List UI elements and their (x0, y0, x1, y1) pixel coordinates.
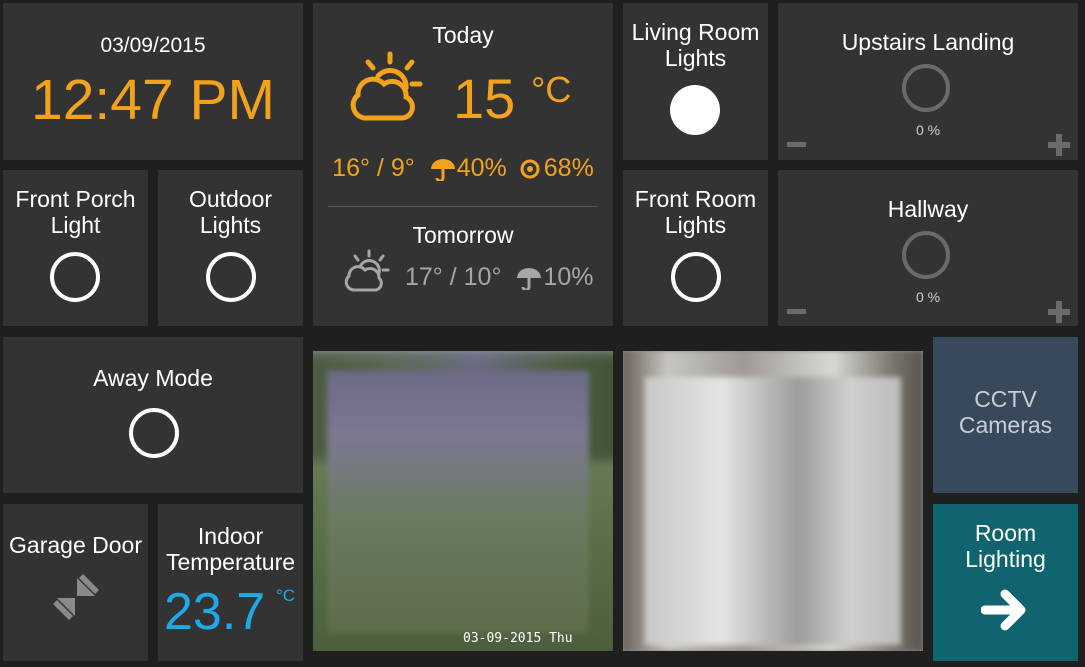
indoor-temperature-value: 23.7 (164, 583, 266, 641)
camera-timestamp: 03-09-2015 Thu (463, 631, 573, 646)
light-off-icon (671, 252, 721, 302)
collapse-arrows-icon (53, 574, 99, 620)
outdoor-lights-label: Outdoor Lights (188, 186, 273, 238)
dim-up-button[interactable] (1048, 301, 1070, 323)
arrow-right-icon (981, 589, 1026, 631)
today-temperature: 15 (453, 67, 516, 130)
today-hilo: 16° / 9° (332, 154, 415, 182)
weather-tile: Today 15 °C 16° / 9° 40% 68% Tomorrow 17… (313, 3, 613, 326)
partly-cloudy-icon-tomorrow (344, 249, 390, 292)
date-text: 03/09/2015 (100, 34, 206, 57)
umbrella-icon (430, 158, 455, 181)
indoor-temperature-tile: Indoor Temperature 23.7 °C (158, 504, 303, 661)
camera-feed-1[interactable]: 03-09-2015 Thu (313, 351, 613, 651)
light-on-icon (670, 85, 720, 135)
living-room-label: Living Room Lights (631, 19, 760, 71)
garage-door-tile[interactable]: Garage Door (3, 504, 148, 661)
living-room-lights-tile[interactable]: Living Room Lights (623, 3, 768, 160)
room-lighting-tile[interactable]: Room Lighting (933, 504, 1078, 661)
dimmer-icon (902, 64, 950, 112)
upstairs-landing-label: Upstairs Landing (841, 29, 1015, 55)
hallway-label: Hallway (887, 196, 969, 222)
front-room-label: Front Room Lights (634, 186, 757, 238)
tomorrow-details: 17° / 10° 10% (405, 263, 594, 292)
cctv-cameras-tile[interactable]: CCTV Cameras (933, 337, 1078, 493)
dimmer-icon (902, 231, 950, 279)
tomorrow-rain: 10% (543, 263, 594, 291)
dimmer-level: 0 % (915, 122, 941, 138)
today-rain: 40% (456, 154, 507, 182)
light-off-icon (206, 252, 256, 302)
today-humidity: 68% (543, 154, 594, 182)
away-mode-tile[interactable]: Away Mode (3, 337, 303, 493)
indoor-temperature-unit: °C (276, 586, 296, 605)
clock-tile: 03/09/2015 12:47 PM (3, 3, 303, 160)
hallway-tile[interactable]: Hallway 0 % (778, 170, 1078, 326)
today-details: 16° / 9° 40% 68% (313, 154, 613, 183)
front-room-lights-tile[interactable]: Front Room Lights (623, 170, 768, 326)
room-lighting-label: Room Lighting (965, 520, 1046, 572)
dimmer-level: 0 % (915, 289, 941, 305)
front-porch-light-tile[interactable]: Front Porch Light (3, 170, 148, 326)
dim-down-button[interactable] (787, 309, 806, 314)
camera-feed-2[interactable] (623, 351, 923, 651)
partly-cloudy-icon (350, 51, 423, 121)
cctv-cameras-label: CCTV Cameras (958, 386, 1053, 438)
light-off-icon (50, 252, 100, 302)
dim-down-button[interactable] (787, 142, 806, 147)
camera-privacy-blur (645, 377, 901, 645)
camera-privacy-blur (327, 371, 589, 633)
dim-up-button[interactable] (1048, 134, 1070, 156)
away-mode-label: Away Mode (93, 365, 213, 391)
tomorrow-label: Tomorrow (412, 222, 514, 248)
front-porch-label: Front Porch Light (15, 186, 136, 238)
weather-divider (328, 206, 598, 207)
time-text: 12:47 PM (31, 68, 275, 132)
toggle-off-icon (129, 408, 179, 458)
upstairs-landing-tile[interactable]: Upstairs Landing 0 % (778, 3, 1078, 160)
tomorrow-hilo: 17° / 10° (405, 263, 502, 291)
outdoor-lights-tile[interactable]: Outdoor Lights (158, 170, 303, 326)
indoor-temperature-label: Indoor Temperature (165, 523, 296, 575)
umbrella-icon-tomorrow (517, 267, 542, 290)
humidity-icon (520, 159, 540, 178)
today-label: Today (432, 22, 494, 48)
today-temperature-unit: °C (531, 69, 572, 110)
garage-door-label: Garage Door (9, 532, 142, 558)
